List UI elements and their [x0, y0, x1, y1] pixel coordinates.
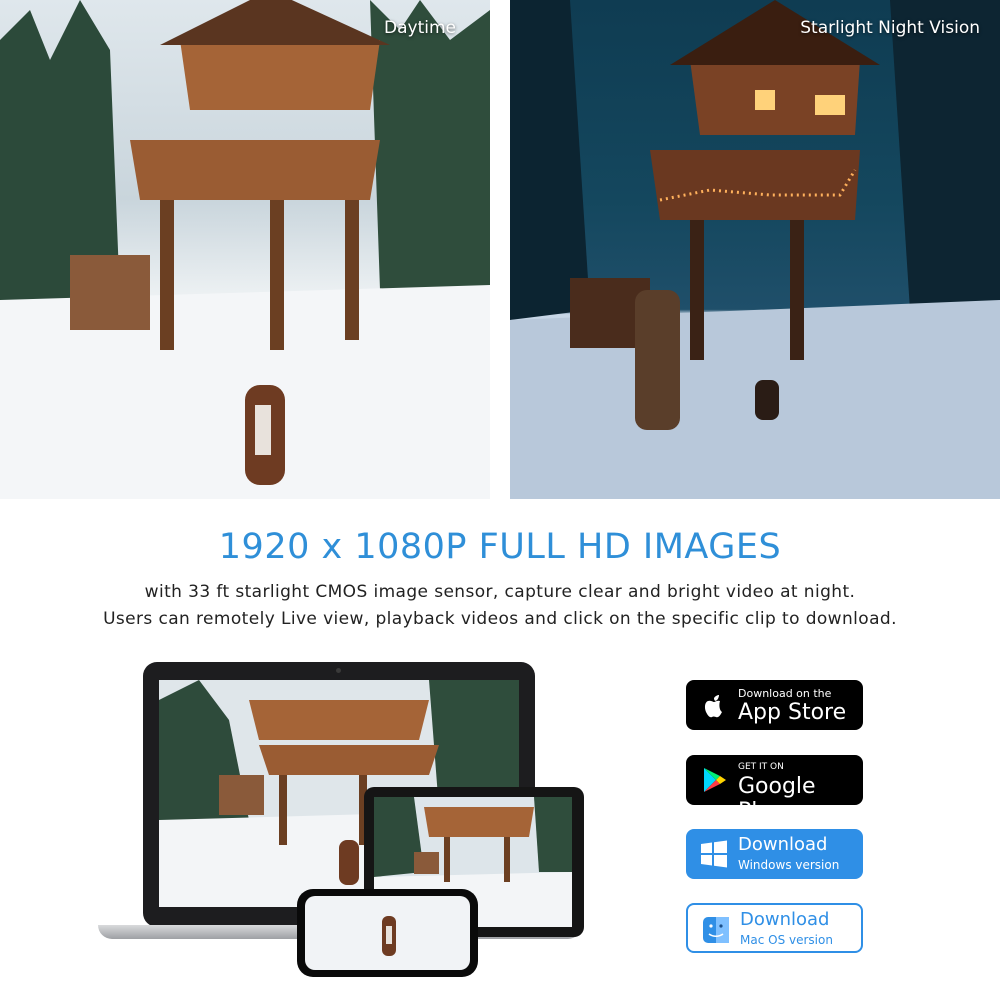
phone-dog-image	[305, 896, 470, 970]
phone-screen	[305, 896, 470, 970]
windows-download-button[interactable]: Download Windows version	[686, 829, 863, 879]
daytime-label: Daytime	[384, 18, 456, 38]
windows-version-text: Windows version	[738, 858, 840, 872]
google-play-small-text: GET IT ON	[738, 762, 784, 772]
daytime-photo: Daytime	[0, 0, 490, 499]
app-store-button[interactable]: Download on the App Store	[686, 680, 863, 730]
night-vision-photo: Starlight Night Vision	[510, 0, 1000, 499]
google-play-title: Google Play	[738, 774, 816, 824]
windows-icon	[701, 840, 727, 868]
finder-icon	[703, 917, 729, 943]
camera-dot	[336, 668, 341, 673]
mac-download-title: Download	[740, 909, 830, 930]
mac-version-text: Mac OS version	[740, 933, 833, 947]
windows-download-title: Download	[738, 834, 828, 855]
app-store-title: App Store	[738, 700, 847, 725]
google-play-icon	[704, 768, 726, 792]
description-line-2: Users can remotely Live view, playback v…	[103, 609, 897, 629]
description-line-1: with 33 ft starlight CMOS image sensor, …	[144, 582, 856, 602]
treehouse-day-scene	[0, 0, 490, 499]
apple-icon	[704, 695, 722, 718]
treehouse-night-scene	[510, 0, 1000, 499]
app-store-small-text: Download on the	[738, 687, 832, 700]
phone-device	[297, 889, 478, 977]
night-vision-label: Starlight Night Vision	[800, 18, 980, 38]
mac-download-button[interactable]: Download Mac OS version	[686, 903, 863, 953]
headline: 1920 x 1080P FULL HD IMAGES	[218, 527, 782, 567]
google-play-button[interactable]: GET IT ON Google Play	[686, 755, 863, 824]
